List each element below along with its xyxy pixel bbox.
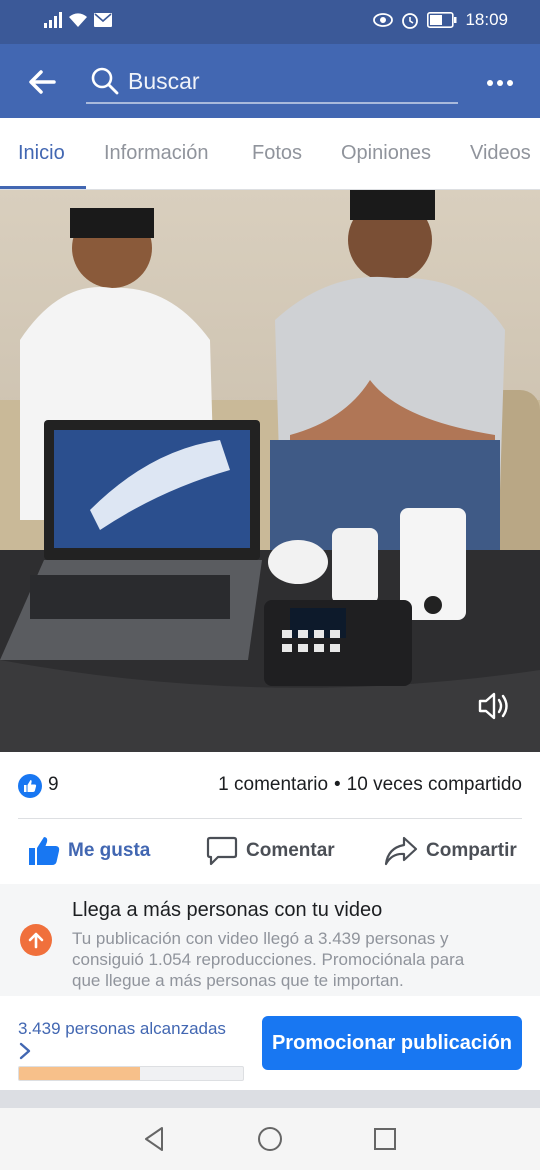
status-bar: 18:09 xyxy=(0,0,540,44)
reach-section: 3.439 personas alcanzadas Promocionar pu… xyxy=(0,996,540,1090)
reach-label[interactable]: 3.439 personas alcanzadas xyxy=(18,1019,226,1039)
chevron-right-icon[interactable] xyxy=(18,1042,32,1060)
signal-icon xyxy=(44,12,62,28)
shares-count[interactable]: 10 veces compartido xyxy=(347,774,522,796)
back-arrow-icon xyxy=(29,70,56,94)
alarm-icon xyxy=(402,13,419,29)
app-bar xyxy=(0,44,540,118)
tab-informacion[interactable]: Información xyxy=(104,142,209,165)
status-time: 18:09 xyxy=(465,10,508,29)
search-bar[interactable] xyxy=(86,60,458,104)
like-reaction-icon xyxy=(18,774,42,798)
search-icon xyxy=(91,67,119,95)
back-button[interactable] xyxy=(22,62,62,102)
comment-button[interactable]: Comentar xyxy=(206,836,335,866)
volume-icon[interactable] xyxy=(474,686,514,726)
thumbs-up-icon xyxy=(29,837,60,865)
search-input[interactable] xyxy=(128,67,428,95)
section-gap xyxy=(0,1090,540,1108)
promote-post-button[interactable]: Promocionar publicación xyxy=(262,1016,522,1070)
promo-body: Tu publicación con video llegó a 3.439 p… xyxy=(72,929,465,990)
system-nav-bar xyxy=(0,1108,540,1170)
eye-icon xyxy=(373,13,394,27)
comments-count[interactable]: 1 comentario xyxy=(218,774,328,796)
promo-title: Llega a más personas con tu video xyxy=(72,899,383,921)
share-icon xyxy=(384,836,418,866)
tab-inicio[interactable]: Inicio xyxy=(18,142,65,165)
nav-home-icon[interactable] xyxy=(255,1124,285,1154)
more-icon xyxy=(487,80,493,86)
like-label: Me gusta xyxy=(68,840,151,861)
video-frame-image xyxy=(0,190,540,752)
mail-icon xyxy=(94,13,112,27)
battery-icon xyxy=(427,12,457,28)
video-player[interactable] xyxy=(0,190,540,752)
actions-divider xyxy=(18,818,522,819)
more-options-button[interactable] xyxy=(482,68,518,98)
comment-icon xyxy=(206,836,238,866)
comment-label: Comentar xyxy=(246,840,335,861)
share-button[interactable]: Compartir xyxy=(384,836,517,866)
stats-separator: • xyxy=(334,774,341,795)
tab-fotos[interactable]: Fotos xyxy=(252,142,302,165)
post-stats: 9 1 comentario • 10 veces compartido xyxy=(0,752,540,818)
promotion-banner[interactable]: Llega a más personas con tu video Tu pub… xyxy=(0,884,540,996)
reach-progress-fill xyxy=(19,1067,140,1080)
tab-videos[interactable]: Videos xyxy=(470,142,531,165)
reach-progress-bar xyxy=(18,1066,244,1081)
nav-recents-icon[interactable] xyxy=(370,1124,400,1154)
like-count[interactable]: 9 xyxy=(48,774,59,796)
wifi-icon xyxy=(69,13,87,27)
boost-arrow-icon xyxy=(20,924,52,956)
post-actions: Me gusta Comentar Compartir xyxy=(0,818,540,884)
like-button[interactable]: Me gusta xyxy=(28,836,150,866)
nav-back-icon[interactable] xyxy=(140,1124,170,1154)
share-label: Compartir xyxy=(426,840,517,861)
page-tabs: Inicio Información Fotos Opiniones Video… xyxy=(0,118,540,190)
tab-opiniones[interactable]: Opiniones xyxy=(341,142,431,165)
